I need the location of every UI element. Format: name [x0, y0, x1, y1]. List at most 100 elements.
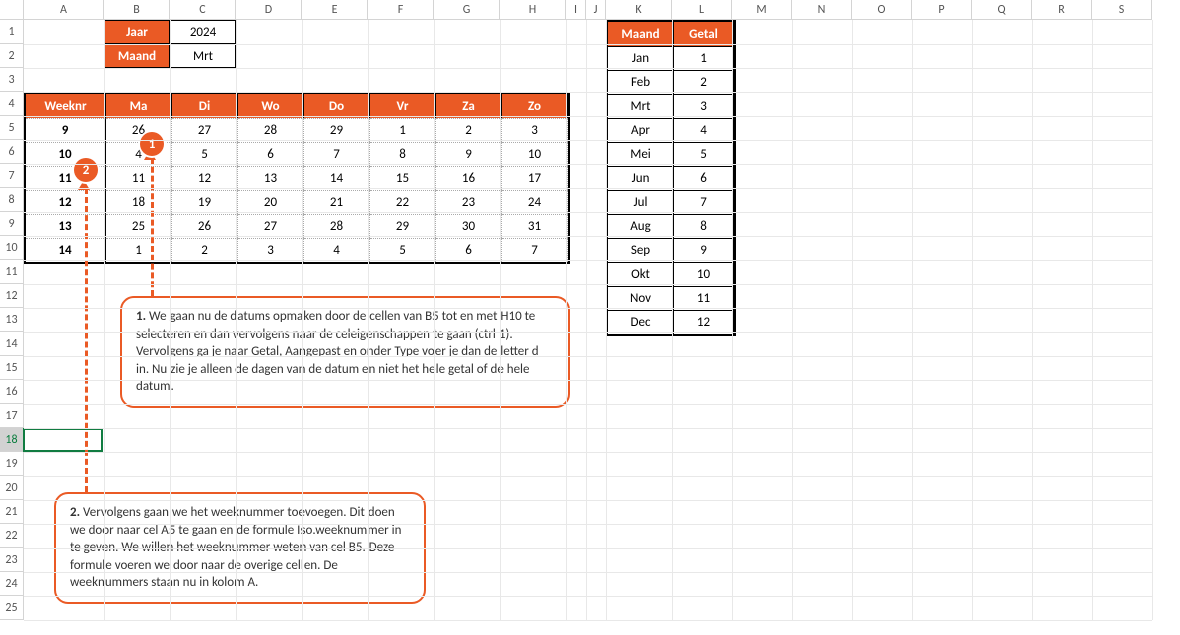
day-cell[interactable]: 4	[304, 238, 370, 262]
day-cell[interactable]: 28	[304, 214, 370, 238]
row-header-12[interactable]: 12	[0, 284, 24, 308]
month-name-cell[interactable]: Jun	[608, 166, 674, 190]
month-name-cell[interactable]: Jan	[608, 46, 674, 70]
row-header-8[interactable]: 8	[0, 188, 24, 212]
day-cell[interactable]: 3	[238, 238, 304, 262]
jaar-value-cell[interactable]: 2024	[170, 20, 236, 44]
column-header-N[interactable]: N	[792, 0, 852, 20]
column-header-K[interactable]: K	[606, 0, 672, 20]
column-header-P[interactable]: P	[912, 0, 972, 20]
row-header-2[interactable]: 2	[0, 44, 24, 68]
row-header-21[interactable]: 21	[0, 500, 24, 524]
month-num-cell[interactable]: 3	[674, 94, 734, 118]
row-header-5[interactable]: 5	[0, 116, 24, 140]
day-cell[interactable]: 26	[172, 214, 238, 238]
day-cell[interactable]: 2	[172, 238, 238, 262]
month-num-cell[interactable]: 9	[674, 238, 734, 262]
column-header-G[interactable]: G	[434, 0, 500, 20]
day-cell[interactable]: 1	[106, 238, 172, 262]
day-cell[interactable]: 28	[238, 118, 304, 142]
row-header-22[interactable]: 22	[0, 524, 24, 548]
row-header-25[interactable]: 25	[0, 596, 24, 620]
maand-value-cell[interactable]: Mrt	[170, 44, 236, 68]
day-cell[interactable]: 5	[370, 238, 436, 262]
month-name-cell[interactable]: Feb	[608, 70, 674, 94]
day-cell[interactable]: 29	[304, 118, 370, 142]
row-header-7[interactable]: 7	[0, 164, 24, 188]
row-header-24[interactable]: 24	[0, 572, 24, 596]
row-header-17[interactable]: 17	[0, 404, 24, 428]
column-header-J[interactable]: J	[586, 0, 606, 20]
column-header-M[interactable]: M	[732, 0, 792, 20]
month-num-cell[interactable]: 11	[674, 286, 734, 310]
month-name-cell[interactable]: Okt	[608, 262, 674, 286]
row-header-11[interactable]: 11	[0, 260, 24, 284]
month-header[interactable]: Getal	[674, 22, 734, 46]
weeknr-cell[interactable]: 9	[26, 118, 106, 142]
column-header-S[interactable]: S	[1092, 0, 1152, 20]
row-header-9[interactable]: 9	[0, 212, 24, 236]
column-header-E[interactable]: E	[302, 0, 368, 20]
grid-corner[interactable]	[0, 0, 24, 20]
maand-label-cell[interactable]: Maand	[104, 44, 170, 68]
day-cell[interactable]: 24	[502, 190, 568, 214]
row-header-10[interactable]: 10	[0, 236, 24, 260]
month-name-cell[interactable]: Mei	[608, 142, 674, 166]
day-cell[interactable]: 12	[172, 166, 238, 190]
month-name-cell[interactable]: Nov	[608, 286, 674, 310]
month-num-cell[interactable]: 2	[674, 70, 734, 94]
column-header-Q[interactable]: Q	[972, 0, 1032, 20]
month-num-cell[interactable]: 10	[674, 262, 734, 286]
day-cell[interactable]: 17	[502, 166, 568, 190]
month-num-cell[interactable]: 12	[674, 310, 734, 334]
calendar-header[interactable]: Zo	[502, 94, 568, 118]
day-cell[interactable]: 2	[436, 118, 502, 142]
column-header-A[interactable]: A	[24, 0, 104, 20]
day-cell[interactable]: 31	[502, 214, 568, 238]
column-header-F[interactable]: F	[368, 0, 434, 20]
day-cell[interactable]: 19	[172, 190, 238, 214]
month-num-cell[interactable]: 6	[674, 166, 734, 190]
day-cell[interactable]: 15	[370, 166, 436, 190]
day-cell[interactable]: 23	[436, 190, 502, 214]
month-name-cell[interactable]: Mrt	[608, 94, 674, 118]
column-header-B[interactable]: B	[104, 0, 170, 20]
day-cell[interactable]: 27	[238, 214, 304, 238]
calendar-header[interactable]: Do	[304, 94, 370, 118]
day-cell[interactable]: 10	[502, 142, 568, 166]
day-cell[interactable]: 7	[304, 142, 370, 166]
column-header-I[interactable]: I	[566, 0, 586, 20]
month-name-cell[interactable]: Apr	[608, 118, 674, 142]
day-cell[interactable]: 16	[436, 166, 502, 190]
column-header-O[interactable]: O	[852, 0, 912, 20]
day-cell[interactable]: 9	[436, 142, 502, 166]
month-header[interactable]: Maand	[608, 22, 674, 46]
day-cell[interactable]: 6	[238, 142, 304, 166]
day-cell[interactable]: 14	[304, 166, 370, 190]
calendar-header[interactable]: Vr	[370, 94, 436, 118]
calendar-header[interactable]: Wo	[238, 94, 304, 118]
month-num-cell[interactable]: 7	[674, 190, 734, 214]
jaar-label-cell[interactable]: Jaar	[104, 20, 170, 44]
row-header-20[interactable]: 20	[0, 476, 24, 500]
column-header-C[interactable]: C	[170, 0, 236, 20]
month-name-cell[interactable]: Dec	[608, 310, 674, 334]
row-header-23[interactable]: 23	[0, 548, 24, 572]
row-header-16[interactable]: 16	[0, 380, 24, 404]
row-header-14[interactable]: 14	[0, 332, 24, 356]
month-num-cell[interactable]: 8	[674, 214, 734, 238]
day-cell[interactable]: 1	[370, 118, 436, 142]
month-num-cell[interactable]: 4	[674, 118, 734, 142]
day-cell[interactable]: 27	[172, 118, 238, 142]
month-name-cell[interactable]: Jul	[608, 190, 674, 214]
column-header-L[interactable]: L	[672, 0, 732, 20]
row-header-3[interactable]: 3	[0, 68, 24, 92]
day-cell[interactable]: 3	[502, 118, 568, 142]
row-header-4[interactable]: 4	[0, 92, 24, 116]
day-cell[interactable]: 20	[238, 190, 304, 214]
sheet-area[interactable]: Jaar 2024 Maand Mrt WeeknrMaDiWoDoVrZaZo…	[24, 20, 1180, 635]
calendar-header[interactable]: Weeknr	[26, 94, 106, 118]
row-header-18[interactable]: 18	[0, 428, 24, 452]
column-header-R[interactable]: R	[1032, 0, 1092, 20]
day-cell[interactable]: 7	[502, 238, 568, 262]
